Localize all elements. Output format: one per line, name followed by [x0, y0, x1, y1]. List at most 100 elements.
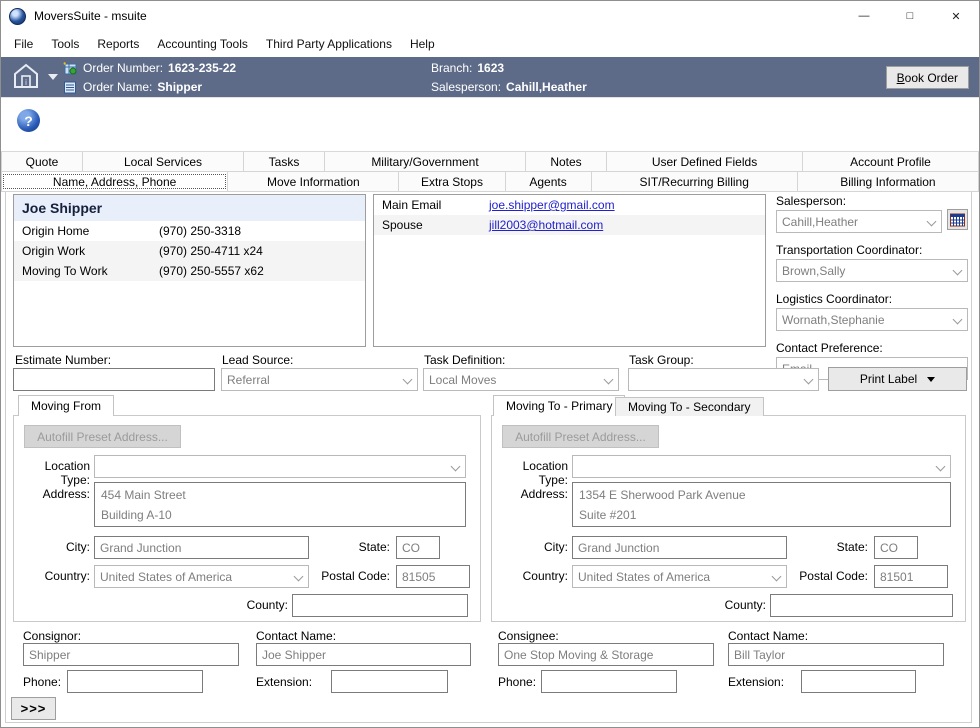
- email-row: Spouse jill2003@hotmail.com: [374, 215, 765, 235]
- consignor-phone-input[interactable]: [67, 670, 203, 693]
- tab-moving-to-secondary[interactable]: Moving To - Secondary: [615, 397, 764, 416]
- menu-reports[interactable]: Reports: [88, 33, 148, 55]
- tab-local-services[interactable]: Local Services: [83, 152, 244, 171]
- menu-third-party-applications[interactable]: Third Party Applications: [257, 33, 401, 55]
- home-menu-button[interactable]: i: [1, 62, 63, 93]
- email-link[interactable]: joe.shipper@gmail.com: [489, 198, 615, 212]
- tab-strip: Quote Local Services Tasks Military/Gove…: [1, 151, 979, 192]
- location-type-combo[interactable]: [94, 455, 466, 478]
- address-box[interactable]: 1354 E Sherwood Park Avenue Suite #201: [572, 482, 951, 527]
- tab-notes[interactable]: Notes: [526, 152, 607, 171]
- maximize-icon[interactable]: □: [887, 1, 933, 31]
- phone-number: (970) 250-5557 x62: [159, 264, 264, 278]
- chevron-down-icon: [953, 266, 963, 276]
- tab-military-government[interactable]: Military/Government: [325, 152, 526, 171]
- consignee-phone-input[interactable]: [541, 670, 677, 693]
- autofill-preset-address-button: Autofill Preset Address...: [24, 425, 181, 448]
- consignor-contact-name-input[interactable]: [256, 643, 471, 666]
- country-combo[interactable]: United States of America: [94, 565, 309, 588]
- city-label: City:: [14, 540, 90, 554]
- location-type-combo[interactable]: [572, 455, 951, 478]
- consignor-phone-label: Phone:: [23, 675, 61, 689]
- tab-sit-recurring-billing[interactable]: SIT/Recurring Billing: [592, 172, 798, 191]
- postal-code-label: Postal Code:: [790, 569, 868, 583]
- tab-moving-to-primary[interactable]: Moving To - Primary: [493, 395, 625, 416]
- toolbar: ? ▼ Find New Refresh Edit Save Cancel MS…: [1, 97, 979, 151]
- menu-file[interactable]: File: [5, 33, 42, 55]
- county-input[interactable]: [292, 594, 468, 617]
- task-group-label: Task Group:: [629, 353, 694, 367]
- phone-type-label: Moving To Work: [14, 264, 159, 278]
- tab-move-information[interactable]: Move Information: [228, 172, 399, 191]
- tab-quote[interactable]: Quote: [1, 152, 83, 171]
- help-icon[interactable]: ?: [17, 109, 40, 132]
- consignee-contact-name-input[interactable]: [728, 643, 944, 666]
- city-label: City:: [492, 540, 568, 554]
- book-order-button[interactable]: Book Order: [886, 66, 969, 89]
- minimize-icon[interactable]: —: [841, 1, 887, 31]
- menu-tools[interactable]: Tools: [42, 33, 88, 55]
- estimate-number-label: Estimate Number:: [15, 353, 111, 367]
- menu-bar: File Tools Reports Accounting Tools Thir…: [1, 31, 979, 57]
- chevron-down-icon: [403, 375, 413, 385]
- order-header-bar: i Order Number: 1623-235-22: [1, 57, 979, 97]
- calendar-button[interactable]: [947, 209, 968, 230]
- autofill-preset-address-button: Autofill Preset Address...: [502, 425, 659, 448]
- state-label: State:: [342, 540, 390, 554]
- order-name-label: Order Name:: [83, 80, 152, 94]
- salesperson-value: Cahill,Heather: [506, 80, 587, 94]
- state-input[interactable]: [874, 536, 918, 559]
- contact-preference-label: Contact Preference:: [776, 341, 968, 355]
- salesperson-combo[interactable]: Cahill,Heather: [776, 210, 942, 233]
- tab-moving-from[interactable]: Moving From: [18, 395, 114, 416]
- task-definition-combo[interactable]: Local Moves: [423, 368, 619, 391]
- estimate-number-input[interactable]: [13, 368, 215, 391]
- logistics-coordinator-combo[interactable]: Wornath,Stephanie: [776, 308, 968, 331]
- menu-accounting-tools[interactable]: Accounting Tools: [148, 33, 257, 55]
- city-input[interactable]: [572, 536, 787, 559]
- postal-code-input[interactable]: [396, 565, 470, 588]
- consignee-extension-label: Extension:: [728, 675, 784, 689]
- email-link[interactable]: jill2003@hotmail.com: [489, 218, 603, 232]
- close-icon[interactable]: ✕: [933, 1, 979, 31]
- country-combo[interactable]: United States of America: [572, 565, 787, 588]
- transportation-coordinator-combo[interactable]: Brown,Sally: [776, 259, 968, 282]
- address-box[interactable]: 454 Main Street Building A-10: [94, 482, 466, 527]
- branch-value: 1623: [477, 61, 504, 75]
- consignee-input[interactable]: [498, 643, 714, 666]
- county-input[interactable]: [770, 594, 953, 617]
- tab-user-defined-fields[interactable]: User Defined Fields: [607, 152, 803, 171]
- email-type-label: Spouse: [374, 218, 489, 232]
- salesperson-field-label: Salesperson:: [776, 194, 968, 208]
- tab-tasks[interactable]: Tasks: [244, 152, 325, 171]
- tab-name-address-phone[interactable]: Name, Address, Phone: [1, 172, 228, 191]
- phone-row: Moving To Work (970) 250-5557 x62: [14, 261, 365, 281]
- consignee-extension-input[interactable]: [801, 670, 916, 693]
- task-group-combo[interactable]: [628, 368, 819, 391]
- print-label-button[interactable]: Print Label: [828, 367, 967, 391]
- city-input[interactable]: [94, 536, 309, 559]
- postal-code-input[interactable]: [874, 565, 948, 588]
- location-type-label: Location Type:: [492, 459, 568, 487]
- moving-from-group: Autofill Preset Address... Location Type…: [13, 415, 481, 622]
- address-line2: Building A-10: [101, 505, 459, 525]
- chevron-down-icon: [804, 375, 814, 385]
- menu-help[interactable]: Help: [401, 33, 444, 55]
- state-input[interactable]: [396, 536, 440, 559]
- consignor-extension-input[interactable]: [331, 670, 448, 693]
- lead-source-combo[interactable]: Referral: [221, 368, 418, 391]
- expand-button[interactable]: >>>: [11, 697, 56, 720]
- county-label: County:: [692, 598, 766, 612]
- tab-billing-information[interactable]: Billing Information: [798, 172, 979, 191]
- calendar-icon: [950, 213, 965, 227]
- chevron-down-icon: [48, 74, 58, 80]
- consignor-input[interactable]: [23, 643, 239, 666]
- chevron-down-icon: [772, 572, 782, 582]
- state-label: State:: [820, 540, 868, 554]
- postal-code-label: Postal Code:: [312, 569, 390, 583]
- tab-account-profile[interactable]: Account Profile: [803, 152, 979, 171]
- tab-extra-stops[interactable]: Extra Stops: [399, 172, 505, 191]
- address-label: Address:: [14, 487, 90, 501]
- tab-agents[interactable]: Agents: [506, 172, 592, 191]
- email-panel: Main Email joe.shipper@gmail.com Spouse …: [373, 194, 766, 347]
